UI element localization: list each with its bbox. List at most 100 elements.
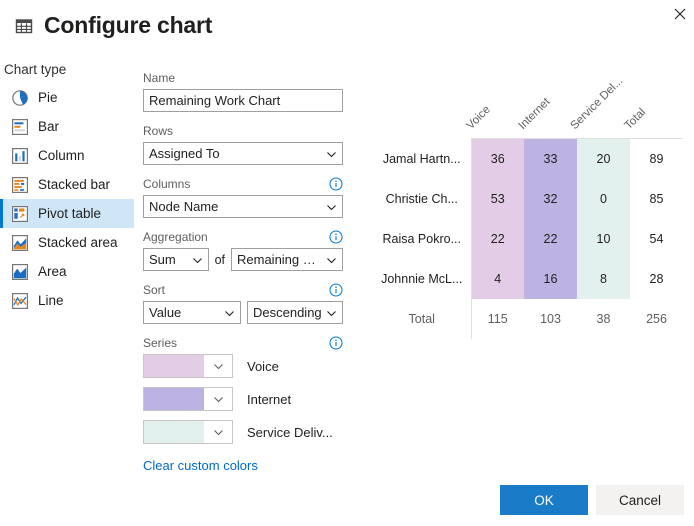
columns-select[interactable]: Node Name <box>143 195 343 218</box>
info-icon[interactable] <box>329 177 343 191</box>
pivot-header-voice: Voice <box>465 104 493 132</box>
configure-form: Name Rows Assigned To Columns <box>143 70 343 486</box>
dialog-header: Configure chart <box>14 14 212 37</box>
aggregation-measure-value: Remaining Work <box>237 252 322 267</box>
series-name-service-delivery: Service Deliv... <box>247 425 333 440</box>
rows-select[interactable]: Assigned To <box>143 142 343 165</box>
chart-type-label-pie: Pie <box>38 90 58 105</box>
pie-chart-icon <box>11 89 29 107</box>
chevron-down-icon <box>192 254 203 265</box>
name-label-row: Name <box>143 70 343 86</box>
cancel-button[interactable]: Cancel <box>596 485 684 515</box>
info-icon[interactable] <box>329 283 343 297</box>
pivot-header-internet: Internet <box>517 96 553 132</box>
sort-label-row: Sort <box>143 282 343 298</box>
color-swatch-internet <box>144 388 204 410</box>
chart-type-label-column: Column <box>38 148 85 163</box>
aggregation-measure-select[interactable]: Remaining Work <box>231 248 343 271</box>
pivot-cell: 32 <box>524 179 577 219</box>
sort-direction-value: Descending <box>253 305 322 320</box>
pivot-cell-total: 28 <box>630 259 683 299</box>
stacked-bar-chart-icon <box>11 176 29 194</box>
chevron-down-icon <box>224 307 235 318</box>
chart-type-item-stacked-area[interactable]: Stacked area <box>0 228 134 257</box>
pivot-cell: 53 <box>471 179 524 219</box>
pivot-column-headers: Voice Internet Service Del... Total <box>373 66 683 138</box>
sort-field-value: Value <box>149 305 220 320</box>
series-label-row: Series <box>143 335 343 351</box>
rows-label-row: Rows <box>143 123 343 139</box>
aggregation-function-value: Sum <box>149 252 188 267</box>
pivot-header-total: Total <box>623 106 649 132</box>
chart-type-item-stacked-bar[interactable]: Stacked bar <box>0 170 134 199</box>
color-picker-voice[interactable] <box>143 354 233 378</box>
pivot-cell: 4 <box>471 259 524 299</box>
pivot-total-label: Total <box>373 299 471 339</box>
aggregation-function-select[interactable]: Sum <box>143 248 209 271</box>
sort-row: Value Descending <box>143 301 343 324</box>
aggregation-row: Sum of Remaining Work <box>143 248 343 271</box>
chart-preview: Voice Internet Service Del... Total Jama… <box>373 66 683 356</box>
chart-type-item-line[interactable]: Line <box>0 286 134 315</box>
rows-select-value: Assigned To <box>149 146 322 161</box>
columns-label-row: Columns <box>143 176 343 192</box>
info-icon[interactable] <box>329 336 343 350</box>
name-label: Name <box>143 71 175 85</box>
color-swatch-service-delivery <box>144 421 204 443</box>
sort-direction-select[interactable]: Descending <box>247 301 343 324</box>
chart-type-item-area[interactable]: Area <box>0 257 134 286</box>
aggregation-label: Aggregation <box>143 230 208 244</box>
sort-field-select[interactable]: Value <box>143 301 241 324</box>
color-picker-service-delivery[interactable] <box>143 420 233 444</box>
pivot-total-cell: 38 <box>577 299 630 339</box>
pivot-row-label: Christie Ch... <box>373 179 471 219</box>
aggregation-of-label: of <box>215 253 225 267</box>
name-input[interactable] <box>143 89 343 112</box>
chart-type-item-pivot-table[interactable]: Pivot table <box>0 199 134 228</box>
info-icon[interactable] <box>329 230 343 244</box>
chart-type-item-column[interactable]: Column <box>0 141 134 170</box>
series-name-voice: Voice <box>247 359 279 374</box>
chart-type-label-area: Area <box>38 264 67 279</box>
chart-type-label-line: Line <box>38 293 64 308</box>
ok-button[interactable]: OK <box>500 485 588 515</box>
sort-label: Sort <box>143 283 165 297</box>
column-chart-icon <box>11 147 29 165</box>
pivot-cell: 22 <box>524 219 577 259</box>
color-picker-internet[interactable] <box>143 387 233 411</box>
chart-type-item-pie[interactable]: Pie <box>0 83 134 112</box>
aggregation-label-row: Aggregation <box>143 229 343 245</box>
rows-field-group: Rows Assigned To <box>143 123 343 165</box>
series-row-voice: Voice <box>143 354 343 378</box>
pivot-cell-total: 89 <box>630 139 683 180</box>
table-row: Raisa Pokro... 22 22 10 54 <box>373 219 683 259</box>
series-label: Series <box>143 336 177 350</box>
stacked-area-chart-icon <box>11 234 29 252</box>
chart-type-label: Chart type <box>0 62 134 77</box>
pivot-cell-total: 85 <box>630 179 683 219</box>
chart-type-label-stacked-bar: Stacked bar <box>38 177 110 192</box>
pivot-cell: 16 <box>524 259 577 299</box>
chevron-down-icon <box>326 307 337 318</box>
series-row-internet: Internet <box>143 387 343 411</box>
pivot-grand-total-cell: 256 <box>630 299 683 339</box>
series-name-internet: Internet <box>247 392 291 407</box>
close-button[interactable] <box>666 0 694 28</box>
chevron-down-icon <box>204 421 232 443</box>
pivot-cell: 10 <box>577 219 630 259</box>
chart-type-item-bar[interactable]: Bar <box>0 112 134 141</box>
color-swatch-voice <box>144 355 204 377</box>
pivot-cell: 33 <box>524 139 577 180</box>
columns-select-value: Node Name <box>149 199 322 214</box>
series-row-service-delivery: Service Deliv... <box>143 420 343 444</box>
pivot-row-label: Johnnie McL... <box>373 259 471 299</box>
pivot-table: Jamal Hartn... 36 33 20 89 Christie Ch..… <box>373 138 683 339</box>
line-chart-icon <box>11 292 29 310</box>
chevron-down-icon <box>204 355 232 377</box>
table-row-total: Total 115 103 38 256 <box>373 299 683 339</box>
clear-custom-colors-link[interactable]: Clear custom colors <box>143 458 258 473</box>
pivot-cell: 8 <box>577 259 630 299</box>
chart-type-label-stacked-area: Stacked area <box>38 235 118 250</box>
chevron-down-icon <box>326 201 337 212</box>
pivot-total-cell: 115 <box>471 299 524 339</box>
